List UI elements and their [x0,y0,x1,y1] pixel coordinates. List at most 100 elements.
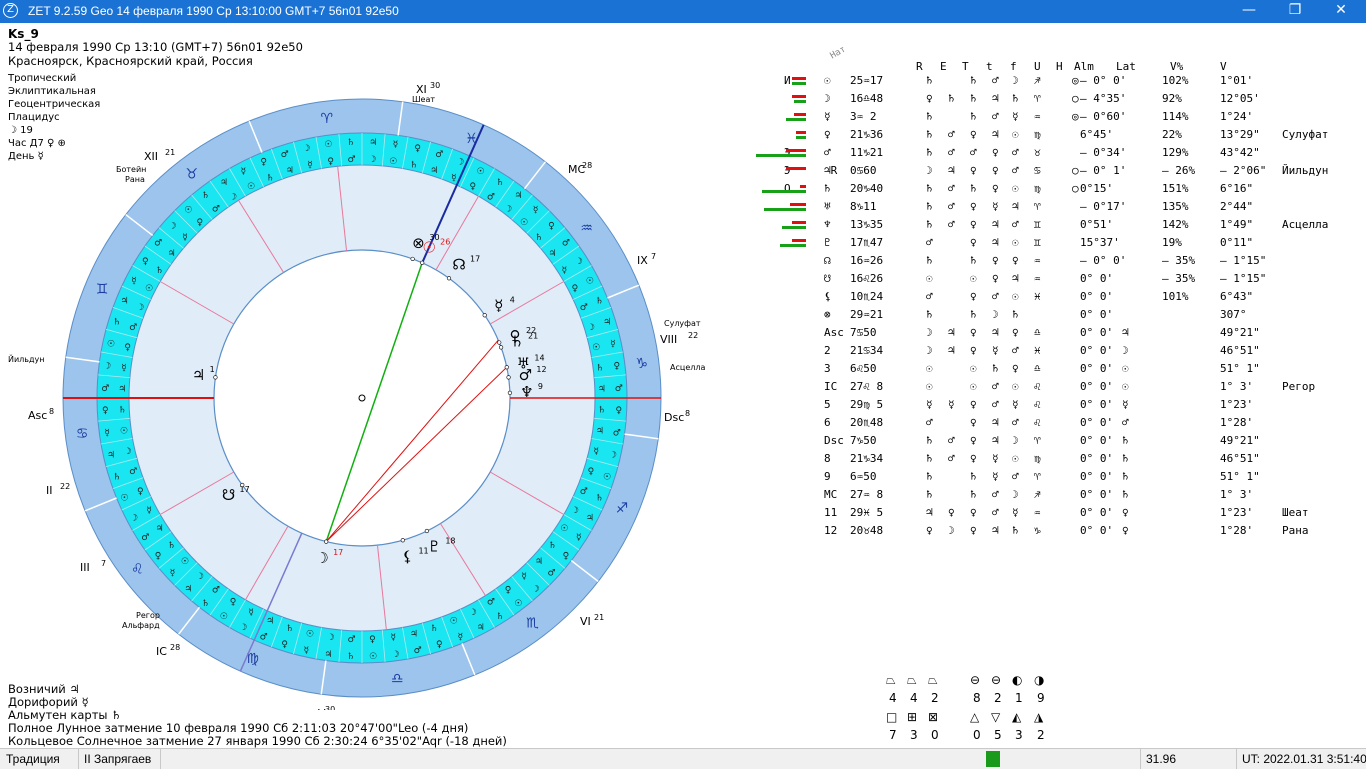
strength-bar [762,190,806,193]
row-star: Шеат [1282,506,1309,519]
term-glyph: ☽ [575,257,583,267]
term-glyph: ☉ [520,218,528,228]
row-dignity: ♄ [926,110,933,123]
term-glyph: ♀ [155,551,162,561]
fixed-star-label: Альфард [122,621,160,630]
row-dignity: ♃ [948,164,955,177]
table-header: U [1034,60,1041,73]
row-dignity: ♄ [926,128,933,141]
row-dignity: ♃ [1122,326,1129,339]
term-glyph: ♃ [324,650,332,660]
term-glyph: ♂ [615,384,623,394]
row-dignity: ☉ [1122,380,1129,393]
term-glyph: ♀ [369,635,376,645]
row-v-percent: 114% [1162,110,1189,123]
pattern-symbol: ⊞ [907,710,918,724]
row-position: 16♎48 [850,92,884,105]
pattern-count: 4 [910,691,918,705]
house-label-degree: 30 [430,81,440,90]
term-glyph: ♀ [124,343,131,353]
row-latitude: – 4°35' [1080,92,1127,105]
row-v-percent: 142% [1162,218,1189,231]
term-glyph: ♃ [596,426,604,436]
term-glyph: ♄ [118,405,126,415]
term-glyph: ♄ [202,599,210,609]
term-glyph: ♀ [197,218,204,228]
sign-glyph: ♋ [76,426,89,442]
sign-glyph: ♌ [131,561,144,577]
row-dignity: ♀ [1012,254,1019,267]
pattern-count: 1 [1015,691,1023,705]
house-label-degree: 21 [165,148,175,157]
term-glyph: ♂ [414,646,422,656]
row-dignity: ♄ [992,362,999,375]
house-label: VI [580,615,591,628]
minimize-button[interactable]: — [1226,0,1272,23]
row-dignity: ♍ [1034,182,1041,195]
term-glyph: ♃ [477,623,485,633]
row-dignity: ♈ [1034,92,1041,105]
house-label-degree: 7 [651,252,656,261]
row-position: 21♑36 [850,128,884,141]
term-glyph: ♃ [586,514,594,524]
row-dignity: ♊ [1034,236,1041,249]
row-body: ⊗ [824,308,831,321]
status-tradition[interactable]: Традиция [6,752,60,766]
planet-glyph: ♆ [520,383,533,401]
row-dignity: ♀ [970,452,977,465]
status-mode[interactable]: II Запрягаев [84,752,151,766]
row-latitude: 0° 0' [1080,452,1114,465]
sign-glyph: ♐ [616,500,629,516]
term-glyph: ☽ [469,608,477,618]
row-dignity: ♀ [970,398,977,411]
term-glyph: ♄ [113,318,121,328]
row-position: 16♌26 [850,272,884,285]
house-label-degree: 21 [594,613,604,622]
row-dignity: ♓ [1034,344,1041,357]
row-dignity: ♌ [1034,380,1041,393]
sign-glyph: ♒ [580,221,593,237]
table-header: E [940,60,947,73]
term-glyph: ☽ [136,303,144,313]
table-header: Alm [1074,60,1094,73]
weakness-bar [790,203,806,206]
row-dignity: ♀ [992,146,999,159]
term-glyph: ♀ [548,221,555,231]
row-dignity: ♄ [970,488,977,501]
row-latitude: 0° 0' [1080,272,1114,285]
row-dignity: ☉ [1012,452,1019,465]
planet-marker [446,276,452,281]
planet-degree: 11 [418,547,428,556]
close-button[interactable]: ✕ [1318,0,1364,23]
term-glyph: ☉ [306,629,314,639]
row-v: 1°23' [1220,398,1254,411]
row-dignity: ♄ [926,434,933,447]
row-latitude: 0° 0' [1080,308,1114,321]
term-glyph: ☿ [104,429,110,439]
app-icon[interactable]: Z [3,3,18,18]
row-dignity: ♂ [1012,146,1019,159]
status-value: 31.96 [1146,752,1177,766]
charioteer-line: Возничий ♃ [8,682,80,696]
row-v: 1°24' [1220,110,1254,123]
row-v: 49°21" [1220,326,1260,339]
row-position: 6♒50 [850,470,877,483]
row-dignity: ♄ [948,92,955,105]
term-glyph: ♀ [137,487,144,497]
row-body: Asc [824,326,844,339]
term-glyph: ☽ [368,155,376,165]
ic-label: IC [156,645,167,658]
row-body: 3 [824,362,831,375]
term-glyph: ♂ [487,193,495,203]
natal-chart-wheel[interactable]: ♈♉♊♋♌♍♎♏♐♑♒♓♂♃♀♄☿☉♃☽♄♂☉♀☽☿♂♃♀♄☿☉♃☽♄♂☉♀☽☿… [0,70,740,710]
term-glyph: ♂ [129,323,137,333]
maximize-button[interactable]: ❐ [1272,0,1318,23]
term-glyph: ♄ [496,612,504,622]
strength-bar [764,208,806,211]
row-body: ♆ [824,218,831,231]
row-position: 21♋34 [850,344,884,357]
row-position: 29♓ 5 [850,506,884,519]
row-dignity: ☿ [1012,506,1019,519]
row-dignity: ♂ [948,200,955,213]
row-body: ♀ [824,128,831,141]
